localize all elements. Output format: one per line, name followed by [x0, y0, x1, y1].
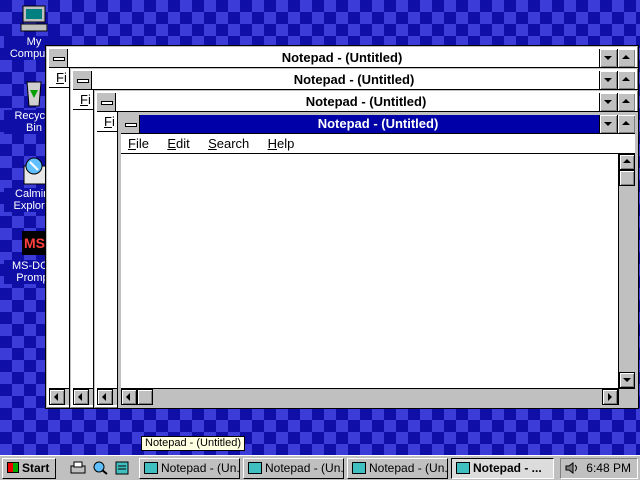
taskbar-button-label: Notepad - ... [473, 461, 542, 475]
horizontal-scrollbar[interactable] [121, 388, 618, 405]
taskbar-tooltip: Notepad - (Untitled) [141, 436, 245, 451]
speaker-icon[interactable] [565, 462, 579, 474]
scroll-thumb[interactable] [137, 389, 153, 405]
scroll-left-icon[interactable] [49, 389, 65, 405]
scroll-thumb[interactable] [619, 170, 635, 186]
maximize-button[interactable] [617, 71, 635, 89]
quick-launch-notepad-icon[interactable] [114, 461, 130, 475]
menu-bar: File Edit Search Help [121, 134, 635, 154]
quick-launch-explorer-icon[interactable] [92, 461, 108, 475]
menu-file[interactable]: Fi [56, 68, 67, 87]
scroll-down-icon[interactable] [619, 372, 635, 388]
system-menu-icon[interactable] [73, 71, 92, 89]
scroll-left-icon[interactable] [73, 389, 89, 405]
maximize-button[interactable] [617, 115, 635, 133]
taskbar-button-notepad-1[interactable]: Notepad - (Un... [139, 458, 240, 479]
minimize-button[interactable] [599, 93, 617, 111]
title-bar[interactable]: Notepad - (Untitled) [49, 49, 635, 68]
my-computer-icon [18, 4, 50, 34]
taskbar-button-label: Notepad - (Un... [161, 461, 240, 475]
scroll-right-icon[interactable] [602, 389, 618, 405]
size-grip[interactable] [618, 388, 635, 405]
system-menu-icon[interactable] [121, 115, 140, 133]
text-edit-area[interactable] [121, 154, 618, 388]
taskbar-button-label: Notepad - (Un... [265, 461, 344, 475]
minimize-button[interactable] [599, 71, 617, 89]
menu-file[interactable]: Fi [80, 90, 91, 109]
start-label: Start [22, 461, 50, 475]
system-menu-icon[interactable] [49, 49, 68, 67]
window-title: Notepad - (Untitled) [305, 94, 427, 109]
notepad-window-active[interactable]: Notepad - (Untitled) File Edit Search He… [117, 111, 639, 409]
title-bar[interactable]: Notepad - (Untitled) [97, 93, 635, 112]
system-tray: 6:48 PM [560, 458, 638, 479]
notepad-icon [456, 462, 470, 474]
scroll-left-icon[interactable] [97, 389, 113, 405]
quick-launch-printer-icon[interactable] [70, 461, 86, 475]
notepad-icon [352, 462, 366, 474]
menu-search[interactable]: Search [208, 134, 249, 153]
window-title: Notepad - (Untitled) [317, 116, 439, 131]
taskbar-button-notepad-active[interactable]: Notepad - ... [451, 458, 554, 479]
vertical-scrollbar[interactable] [618, 154, 635, 388]
window-title: Notepad - (Untitled) [293, 72, 415, 87]
system-menu-icon[interactable] [97, 93, 116, 111]
title-bar[interactable]: Notepad - (Untitled) [121, 115, 635, 134]
start-button[interactable]: Start [2, 458, 56, 479]
minimize-button[interactable] [599, 115, 617, 133]
menu-file[interactable]: Fi [104, 112, 115, 131]
window-title: Notepad - (Untitled) [281, 50, 403, 65]
taskbar-button-label: Notepad - (Un... [369, 461, 448, 475]
title-bar[interactable]: Notepad - (Untitled) [73, 71, 635, 90]
taskbar: Start Notepad - (Un... Notepad - (Un... … [0, 455, 640, 480]
minimize-button[interactable] [599, 49, 617, 67]
taskbar-button-notepad-2[interactable]: Notepad - (Un... [243, 458, 344, 479]
notepad-icon [248, 462, 262, 474]
clock[interactable]: 6:48 PM [586, 459, 631, 478]
notepad-icon [144, 462, 158, 474]
menu-help[interactable]: Help [268, 134, 295, 153]
taskbar-button-notepad-3[interactable]: Notepad - (Un... [347, 458, 448, 479]
menu-edit[interactable]: Edit [167, 134, 189, 153]
maximize-button[interactable] [617, 93, 635, 111]
desktop: My Computer Recycle Bin Calmira Explorer… [0, 0, 640, 479]
menu-file[interactable]: File [128, 134, 149, 153]
windows-logo-icon [7, 462, 19, 473]
svg-text:MS: MS [24, 235, 45, 251]
scroll-left-icon[interactable] [121, 389, 137, 405]
maximize-button[interactable] [617, 49, 635, 67]
scroll-up-icon[interactable] [619, 154, 635, 170]
